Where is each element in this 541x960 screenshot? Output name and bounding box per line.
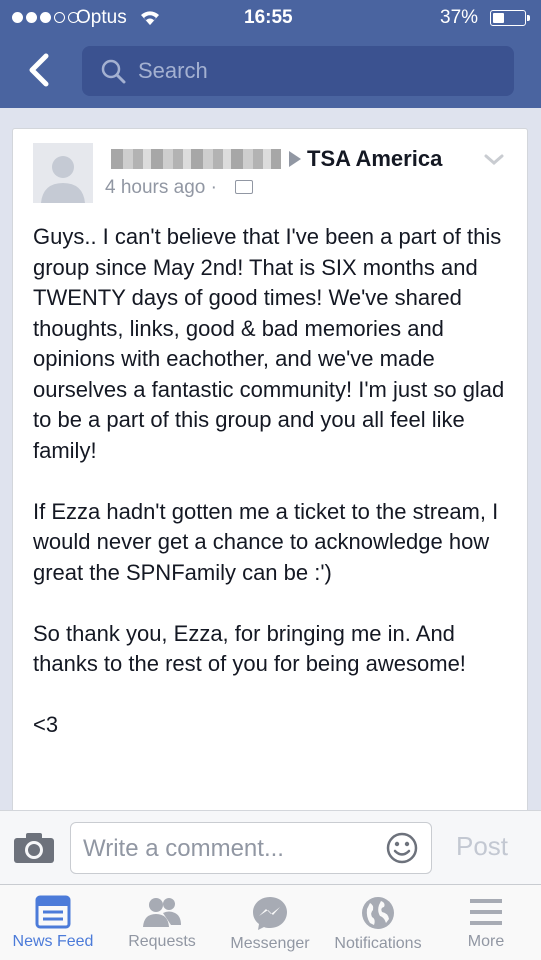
tab-label: News Feed: [12, 933, 94, 950]
globe-icon: [362, 897, 394, 929]
search-input[interactable]: Search: [82, 46, 514, 96]
status-time: 16:55: [244, 7, 293, 28]
search-placeholder: Search: [138, 58, 208, 83]
blurred-author-name: [111, 149, 281, 169]
comment-placeholder: Write a comment...: [83, 835, 284, 862]
avatar[interactable]: [33, 143, 93, 203]
post-paragraph: So thank you, Ezza, for bringing me in. …: [33, 620, 466, 677]
tab-news-feed[interactable]: News Feed: [0, 885, 106, 960]
timestamp-text: 4 hours ago: [105, 177, 206, 198]
header: Optus 16:55 37% Search: [0, 0, 541, 108]
camera-icon[interactable]: [12, 831, 56, 865]
search-icon: [101, 59, 126, 84]
post-paragraph: <3: [33, 712, 59, 737]
tab-requests[interactable]: Requests: [108, 885, 216, 960]
carrier-name: Optus: [76, 7, 127, 28]
tab-notifications[interactable]: Notifications: [324, 885, 432, 960]
group-name-link[interactable]: TSA America: [307, 146, 442, 172]
signal-strength-icon: [12, 12, 79, 23]
post-paragraph: Guys.. I can't believe that I've been a …: [33, 224, 505, 463]
chevron-down-icon[interactable]: [483, 153, 505, 167]
back-icon[interactable]: [22, 50, 58, 90]
timestamp-separator: ·: [210, 177, 217, 198]
tab-messenger[interactable]: Messenger: [220, 885, 320, 960]
tab-label: More: [467, 933, 505, 950]
post-card: TSA America 4 hours ago · Guys.. I can't…: [12, 128, 528, 818]
battery-percentage: 37%: [440, 7, 479, 28]
tab-label: Notifications: [334, 935, 422, 952]
post-timestamp[interactable]: 4 hours ago ·: [105, 177, 217, 199]
tab-more[interactable]: More: [436, 885, 536, 960]
post-comment-button[interactable]: Post: [456, 831, 508, 862]
requests-icon: [143, 898, 181, 927]
menu-icon: [470, 899, 502, 925]
tab-label: Requests: [128, 933, 196, 950]
messenger-icon: [253, 897, 287, 930]
wifi-icon: [141, 11, 159, 25]
arrow-right-icon: [289, 151, 301, 167]
default-avatar-icon: [33, 143, 93, 203]
post-body: Guys.. I can't believe that I've been a …: [33, 222, 513, 771]
news-feed-icon: [35, 895, 71, 929]
tab-bar: News Feed Requests Messenger Notificatio…: [0, 884, 541, 960]
emoji-icon[interactable]: [385, 831, 419, 865]
comment-input[interactable]: Write a comment...: [70, 822, 432, 874]
group-audience-icon: [235, 180, 253, 194]
battery-icon: [490, 10, 530, 26]
status-bar: Optus 16:55 37%: [0, 0, 541, 36]
comment-bar: Write a comment... Post: [0, 810, 541, 884]
post-paragraph: If Ezza hadn't gotten me a ticket to the…: [33, 498, 499, 585]
tab-label: Messenger: [230, 935, 310, 952]
